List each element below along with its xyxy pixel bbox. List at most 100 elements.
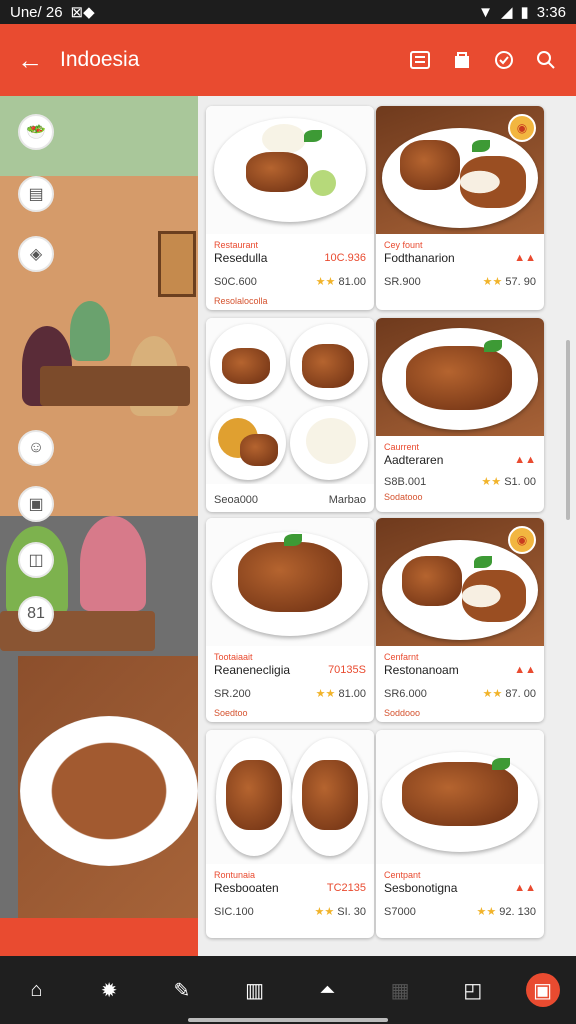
app-bar: ← Indoesia [0, 24, 576, 96]
product-price: SR.200 [214, 687, 251, 700]
product-image [376, 730, 544, 864]
product-tag: ▲▲ [514, 252, 536, 264]
diner-figure [70, 301, 110, 361]
home-indicator [188, 1018, 388, 1022]
list-icon[interactable] [408, 48, 432, 72]
rating-stars: ★★ [476, 906, 497, 918]
product-category: Tootaiaait [214, 652, 253, 662]
favorite-badge[interactable]: ◉ [508, 526, 536, 554]
rating-value: 57. 90 [505, 276, 536, 288]
scrollbar[interactable] [566, 340, 570, 520]
chart-icon[interactable]: ▥ [235, 970, 275, 1010]
product-code: 10C.936 [324, 252, 366, 264]
diner-figure [80, 516, 146, 611]
rating-value: 92. 130 [499, 906, 536, 918]
product-card[interactable]: Rontunaia Resbooaten TC2135 SIC.100 ★★ SI.… [206, 730, 374, 938]
product-name: Fodthanarion [384, 251, 455, 265]
arrow-left-icon: ← [17, 44, 43, 75]
favorite-badge[interactable]: ◉ [508, 114, 536, 142]
rating-value: SI. 30 [337, 906, 366, 918]
bag-icon[interactable] [450, 48, 474, 72]
product-price: S7000 [384, 905, 416, 918]
product-name: Resbooaten [214, 881, 279, 895]
product-image [206, 106, 374, 234]
dining-table [40, 366, 190, 406]
leaf-icon[interactable]: ◈ [18, 236, 54, 272]
product-card[interactable]: Tootaiaait Reanenecligia 70135S SR.200 ★★ … [206, 518, 374, 722]
active-menu-icon[interactable]: ▣ [525, 973, 560, 1007]
grid-icon[interactable]: ▦ [380, 970, 420, 1010]
product-subtitle: Soddooo [384, 708, 421, 718]
rating-value: 81.00 [338, 688, 366, 700]
product-image [376, 318, 544, 436]
food-plate [20, 716, 198, 866]
wall-painting [158, 231, 196, 297]
product-subtitle: Soedtoo [214, 708, 248, 718]
product-card[interactable]: Restaurant Resedulla 10C.936 S0C.600 ★★ 81… [206, 106, 374, 310]
person-icon[interactable]: ☺ [18, 430, 54, 466]
menu-card-icon[interactable]: ▤ [18, 176, 54, 212]
spark-icon[interactable]: ✹ [89, 970, 129, 1010]
search-icon[interactable] [534, 48, 558, 72]
home-icon[interactable]: ⌂ [16, 970, 56, 1010]
product-name: Sesbonotigna [384, 881, 458, 895]
product-category: Caurrent [384, 442, 420, 452]
product-category: Cenfarnt [384, 652, 419, 662]
bell-icon[interactable]: ⏶ [307, 970, 347, 1010]
panel-footer [0, 918, 198, 956]
salad-icon[interactable]: 🥗 [18, 114, 54, 150]
product-tag: ▲▲ [514, 664, 536, 676]
wifi-icon: ▼ [478, 3, 493, 21]
back-button[interactable]: ← [0, 24, 60, 96]
product-card[interactable]: ◉ Cenfarnt Restonanoam ▲▲ SR6.000 ★★ 87. 0… [376, 518, 544, 722]
document-icon[interactable]: ▣ [18, 486, 54, 522]
product-tag: ▲▲ [514, 882, 536, 894]
product-category: Centpant [384, 870, 421, 880]
rating-stars: ★★ [315, 688, 336, 700]
number-icon[interactable]: 81 [18, 596, 54, 632]
product-category: Rontunaia [214, 870, 256, 880]
rating-stars: ★★ [481, 476, 502, 488]
restaurant-illustration: 🥗 ▤ ◈ ☺ ▣ ◫ 81 [0, 96, 198, 956]
signal-icon: ◢ [500, 4, 513, 21]
product-category: Restaurant [214, 240, 259, 250]
product-card[interactable]: Caurrent Aadteraren ▲▲ S8B.001 ★★ S1. 00 S… [376, 318, 544, 512]
cart-icon[interactable]: ◰ [453, 970, 493, 1010]
product-card[interactable]: Centpant Sesbonotigna ▲▲ S7000 ★★ 92. 130 [376, 730, 544, 938]
rating-value: S1. 00 [504, 476, 536, 488]
product-category: Cey fount [384, 240, 423, 250]
status-bar: Une/ 26 ⊠◆ ▼ ◢ ▮ 3:36 [0, 0, 576, 24]
save-icon[interactable]: ◫ [18, 542, 54, 578]
product-image [206, 730, 374, 864]
product-card[interactable]: Seoa000 Marbao [206, 318, 374, 512]
product-price: S0C.600 [214, 275, 257, 288]
rating-stars: ★★ [482, 688, 503, 700]
product-price: S8B.001 [384, 475, 427, 488]
product-code: 70135S [328, 664, 366, 676]
status-extra: ⊠◆ [70, 4, 95, 21]
product-tag: ▲▲ [514, 454, 536, 466]
product-image: ◉ [376, 106, 544, 234]
clock-icon[interactable] [492, 48, 516, 72]
pen-icon[interactable]: ✎ [162, 970, 202, 1010]
product-name: Restonanoam [384, 663, 459, 677]
rating-stars: ★★ [482, 276, 503, 288]
product-image [206, 518, 374, 646]
product-name: Aadteraren [384, 453, 444, 467]
product-subtitle: Resolalocolla [214, 296, 268, 306]
status-clock: 3:36 [536, 3, 566, 21]
battery-icon: ▮ [520, 4, 529, 21]
rating-value: 81.00 [338, 276, 366, 288]
product-card[interactable]: ◉ Cey fount Fodthanarion ▲▲ SR.900 ★★ 57. … [376, 106, 544, 310]
status-time: Une/ 26 [10, 3, 63, 21]
bottom-navigation: ⌂ ✹ ✎ ▥ ⏶ ▦ ◰ ▣ [0, 956, 576, 1024]
rating-value: Marbao [328, 494, 366, 506]
product-image: ◉ [376, 518, 544, 646]
product-price: SIC.100 [214, 905, 254, 918]
rating-stars: ★★ [314, 906, 335, 918]
rating-value: 87. 00 [505, 688, 536, 700]
product-name: Resedulla [214, 251, 268, 265]
product-name: Reanenecligia [214, 663, 291, 677]
product-price: SR6.000 [384, 687, 427, 700]
product-image [206, 318, 374, 484]
